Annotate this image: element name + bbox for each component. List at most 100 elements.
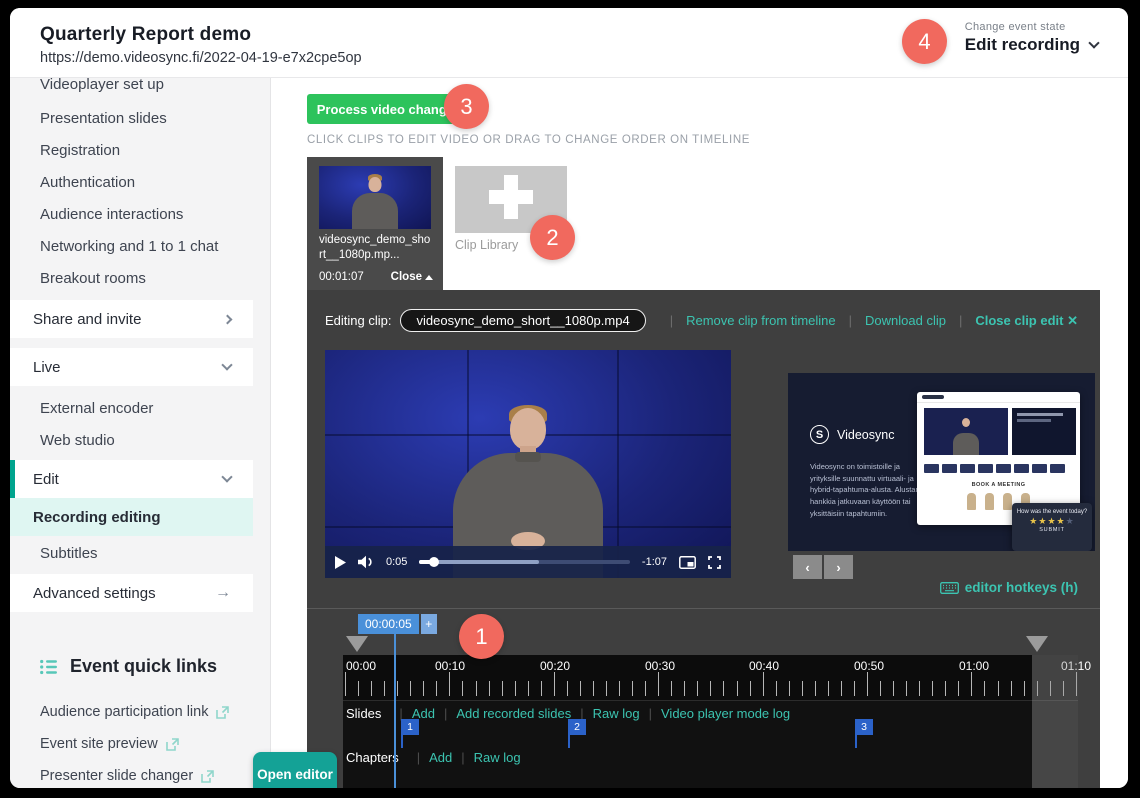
ruler-tick bbox=[710, 681, 711, 696]
event-state-dropdown[interactable]: Edit recording bbox=[965, 35, 1098, 55]
editor-hotkeys-link[interactable]: editor hotkeys (h) bbox=[940, 580, 1078, 595]
editing-clip-label: Editing clip: bbox=[325, 313, 391, 328]
playhead-time-badge[interactable]: 00:00:05 + bbox=[358, 614, 437, 634]
chapters-label: Chapters bbox=[346, 750, 399, 765]
timeline: 00:00:05 + 00:00 00:10 00:20 00:30 00:40… bbox=[307, 608, 1100, 788]
sidebar-section-advanced-settings[interactable]: Advanced settings → bbox=[10, 574, 253, 612]
sidebar-item-breakout-rooms[interactable]: Breakout rooms bbox=[10, 270, 270, 287]
sidebar-item-external-encoder[interactable]: External encoder bbox=[10, 400, 270, 417]
ruler-tick bbox=[684, 681, 685, 696]
chapters-raw-log-link[interactable]: Raw log bbox=[474, 750, 521, 765]
sidebar-section-share-and-invite[interactable]: Share and invite bbox=[10, 300, 253, 338]
play-button[interactable] bbox=[335, 556, 346, 569]
ruler-tick bbox=[645, 681, 646, 696]
ruler-tick bbox=[436, 681, 437, 696]
slides-add-recorded-link[interactable]: Add recorded slides bbox=[456, 706, 571, 721]
ruler-tick bbox=[410, 681, 411, 696]
ruler-tick bbox=[671, 681, 672, 696]
ruler-tick bbox=[632, 681, 633, 696]
ruler-tick bbox=[880, 681, 881, 696]
ruler-tick bbox=[867, 672, 868, 696]
list-icon bbox=[40, 659, 58, 675]
chevron-down-icon bbox=[221, 359, 232, 370]
remove-clip-link[interactable]: Remove clip from timeline bbox=[686, 313, 836, 328]
slide-body-text: Videosync on toimistoille ja yrityksille… bbox=[810, 461, 932, 519]
screenshot-banner-block bbox=[1012, 408, 1076, 455]
ruler-tick bbox=[932, 681, 933, 696]
sidebar-item-videoplayer-setup[interactable]: Videoplayer set up bbox=[10, 78, 270, 93]
clip-card-selected[interactable]: videosync_demo_short__1080p.mp... 00:01:… bbox=[307, 157, 443, 290]
ruler-tick bbox=[854, 681, 855, 696]
chapters-add-link[interactable]: Add bbox=[429, 750, 452, 765]
ruler-tick bbox=[893, 681, 894, 696]
ruler-tick bbox=[489, 681, 490, 696]
sidebar: Videoplayer set up Presentation slides R… bbox=[10, 78, 271, 788]
ruler-tick bbox=[515, 681, 516, 696]
sidebar-item-recording-editing[interactable]: Recording editing bbox=[10, 498, 253, 536]
add-marker-button[interactable]: + bbox=[421, 614, 437, 634]
slide-brand: Videosync bbox=[837, 428, 894, 442]
slide-brand-row: S Videosync bbox=[810, 425, 894, 444]
ruler-tick bbox=[789, 681, 790, 696]
share-invite-label: Share and invite bbox=[33, 311, 141, 328]
annotation-badge-3: 3 bbox=[444, 84, 489, 129]
timeline-ruler[interactable]: 00:00 00:10 00:20 00:30 00:40 00:50 01:0… bbox=[343, 655, 1078, 701]
link-event-site-preview[interactable]: Event site preview bbox=[40, 736, 179, 752]
video-player[interactable]: 0:05 -1:07 bbox=[325, 350, 731, 578]
clip-filename: videosync_demo_short__1080p.mp... bbox=[319, 233, 433, 263]
download-clip-link[interactable]: Download clip bbox=[865, 313, 946, 328]
slide-marker-1[interactable]: 1 bbox=[401, 719, 419, 735]
ruler-tick bbox=[750, 681, 751, 696]
editing-filename-field[interactable]: videosync_demo_short__1080p.mp4 bbox=[400, 309, 645, 332]
app-window: Quarterly Report demo https://demo.video… bbox=[10, 8, 1128, 788]
fullscreen-button[interactable] bbox=[708, 556, 721, 569]
sidebar-section-live[interactable]: Live bbox=[10, 348, 253, 386]
clip-thumbnail bbox=[319, 166, 431, 229]
trim-end-handle[interactable] bbox=[1026, 636, 1048, 652]
slides-raw-log-link[interactable]: Raw log bbox=[593, 706, 640, 721]
picture-in-picture-button[interactable] bbox=[679, 556, 696, 569]
sidebar-item-web-studio[interactable]: Web studio bbox=[10, 432, 270, 449]
close-clip-edit-link[interactable]: Close clip edit ✕ bbox=[975, 313, 1078, 329]
sidebar-item-registration[interactable]: Registration bbox=[10, 142, 270, 159]
ruler-tick bbox=[984, 681, 985, 696]
advanced-settings-label: Advanced settings bbox=[33, 585, 156, 602]
slide-marker-2[interactable]: 2 bbox=[568, 719, 586, 735]
sidebar-item-audience-interactions[interactable]: Audience interactions bbox=[10, 206, 270, 223]
ruler-tick bbox=[462, 681, 463, 696]
chevron-right-icon bbox=[223, 314, 233, 324]
next-slide-button[interactable]: › bbox=[824, 555, 853, 579]
trim-start-handle[interactable] bbox=[346, 636, 368, 652]
sidebar-item-authentication[interactable]: Authentication bbox=[10, 174, 270, 191]
video-player-mode-log-link[interactable]: Video player mode log bbox=[661, 706, 790, 721]
ruler-tick bbox=[567, 681, 568, 696]
slide-marker-3[interactable]: 3 bbox=[855, 719, 873, 735]
videosync-logo-icon: S bbox=[810, 425, 829, 444]
sidebar-section-edit[interactable]: Edit bbox=[10, 460, 253, 498]
plus-icon bbox=[504, 175, 518, 219]
seek-bar[interactable] bbox=[419, 560, 630, 564]
ruler-tick bbox=[958, 681, 959, 696]
open-editor-button[interactable]: Open editor bbox=[253, 752, 337, 788]
keyboard-icon bbox=[940, 582, 959, 594]
link-audience-participation[interactable]: Audience participation link bbox=[40, 704, 229, 720]
ruler-tick bbox=[1024, 681, 1025, 696]
clip-collapse-toggle[interactable]: Close bbox=[391, 271, 433, 283]
ruler-tick bbox=[776, 681, 777, 696]
sidebar-item-presentation-slides[interactable]: Presentation slides bbox=[10, 110, 270, 127]
clip-edit-panel: Editing clip: videosync_demo_short__1080… bbox=[307, 290, 1100, 788]
sidebar-item-networking[interactable]: Networking and 1 to 1 chat bbox=[10, 238, 270, 255]
previous-slide-button[interactable]: ‹ bbox=[793, 555, 822, 579]
screenshot-video-block bbox=[924, 408, 1008, 455]
ruler-tick bbox=[371, 681, 372, 696]
ruler-tick bbox=[737, 681, 738, 696]
sidebar-item-subtitles[interactable]: Subtitles bbox=[10, 545, 270, 562]
seek-knob[interactable] bbox=[429, 557, 439, 567]
volume-button[interactable] bbox=[358, 555, 374, 569]
chapters-track-row: Chapters | Add | Raw log bbox=[346, 748, 521, 766]
state-value: Edit recording bbox=[965, 35, 1080, 55]
playhead-line[interactable] bbox=[394, 633, 396, 788]
link-presenter-slide-changer[interactable]: Presenter slide changer bbox=[40, 768, 214, 784]
external-link-icon bbox=[166, 738, 179, 751]
chevron-down-icon bbox=[1088, 37, 1099, 48]
